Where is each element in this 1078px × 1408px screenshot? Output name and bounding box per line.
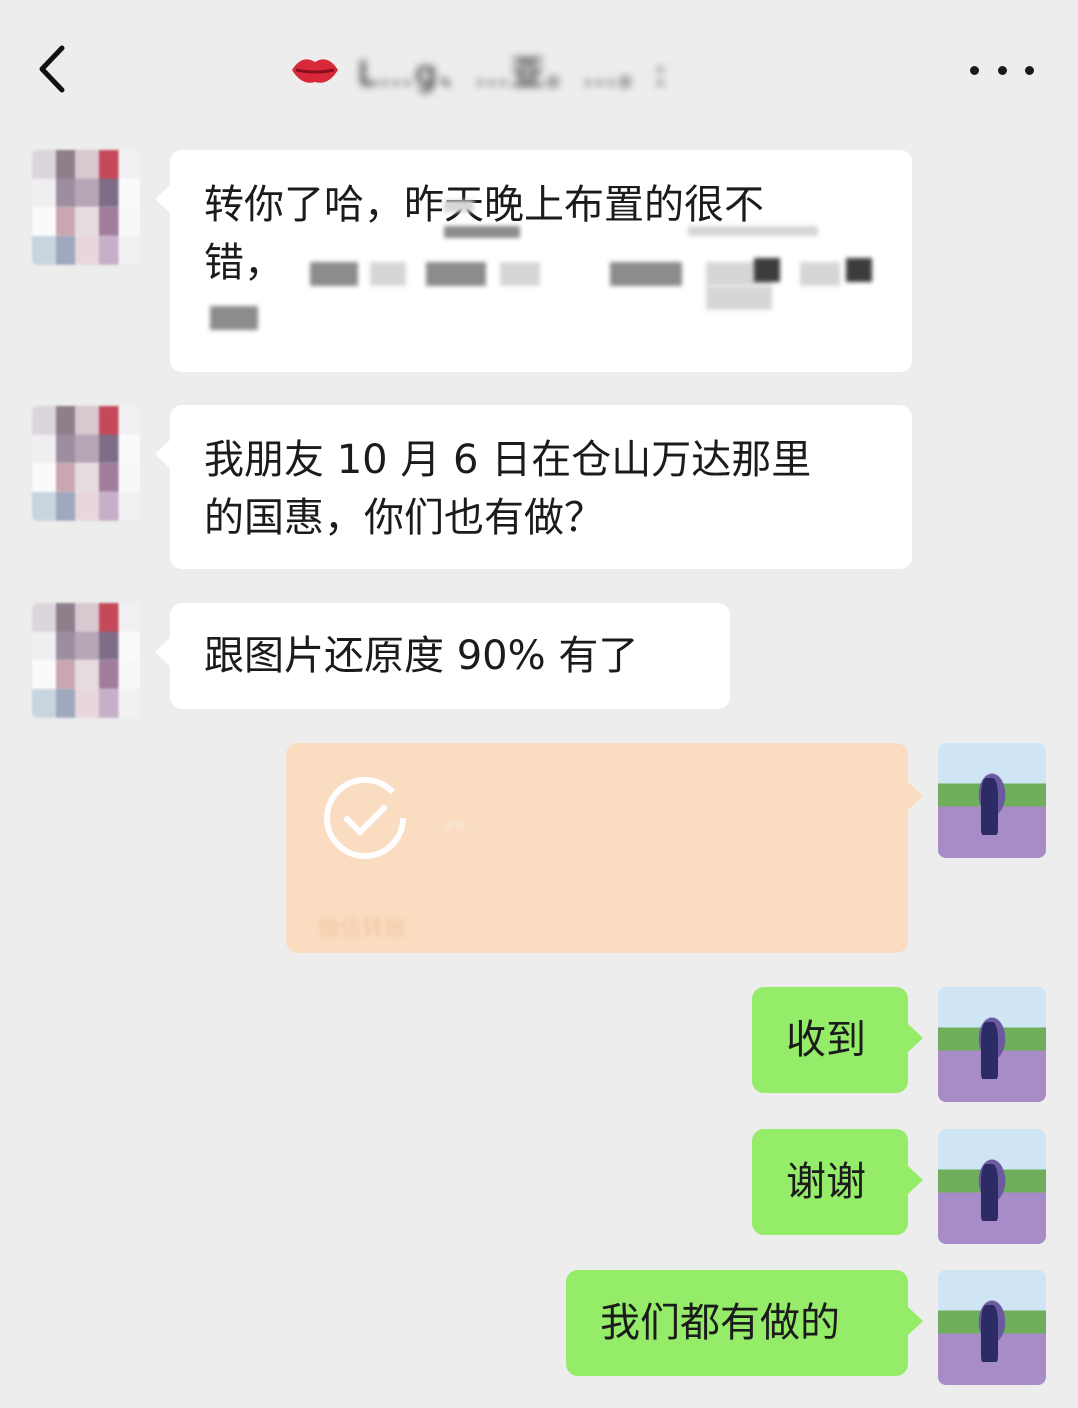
redacted-text [426, 262, 486, 286]
message-text: 的国惠，你们也有做？ [204, 495, 604, 541]
lips-emoji-icon [292, 59, 338, 83]
message-text: 跟图片还原度 90% 有了 [204, 633, 639, 679]
message-bubble-incoming[interactable]: 转你了哈，昨天晚上布置的很不 错， [155, 150, 912, 372]
transfer-card[interactable]: .. 微信转账 [286, 743, 923, 953]
redacted-text [610, 262, 682, 286]
self-avatar[interactable] [938, 1129, 1046, 1244]
more-dot [997, 65, 1007, 75]
redacted-text [444, 226, 520, 238]
more-button[interactable] [970, 50, 1034, 90]
transfer-amount: .. [444, 795, 467, 836]
self-avatar[interactable] [938, 1270, 1046, 1385]
contact-avatar[interactable] [32, 150, 140, 265]
redacted-text [800, 262, 840, 286]
message-text: 我朋友 10 月 6 日在仓山万达那里 [204, 437, 812, 483]
contact-avatar[interactable] [32, 603, 140, 718]
message-text: 谢谢 [786, 1159, 866, 1205]
message-text: 收到 [786, 1017, 866, 1063]
redacted-text [500, 262, 540, 286]
redacted-text [754, 258, 780, 282]
message-bubble-outgoing[interactable]: 谢谢 [752, 1129, 923, 1235]
redacted-text [370, 262, 406, 286]
self-avatar[interactable] [938, 987, 1046, 1102]
check-circle-icon [324, 777, 406, 859]
chat-title: L…g、…亚。…。: [288, 45, 668, 95]
message-bubble-incoming[interactable]: 跟图片还原度 90% 有了 [155, 603, 730, 709]
redacted-text [846, 258, 872, 282]
redacted-text [210, 306, 258, 330]
message-bubble-outgoing[interactable]: 收到 [752, 987, 923, 1093]
message-bubble-incoming[interactable]: 我朋友 10 月 6 日在仓山万达那里 的国惠，你们也有做？ [155, 405, 912, 569]
redacted-text [688, 226, 818, 236]
message-text: 错， [204, 240, 284, 286]
contact-avatar[interactable] [32, 406, 140, 521]
chat-title-text: L…g、…亚。…。: [358, 53, 668, 94]
transfer-footer: 微信转账 [318, 917, 407, 942]
chevron-left-icon [39, 45, 65, 93]
back-button[interactable] [30, 42, 80, 96]
redacted-text [310, 262, 358, 286]
self-avatar[interactable] [938, 743, 1046, 858]
message-bubble-outgoing[interactable]: 我们都有做的 [566, 1270, 923, 1376]
redacted-text [706, 286, 772, 310]
redacted-text [444, 200, 474, 212]
more-dots-icon [970, 65, 979, 75]
more-dot [1025, 65, 1034, 75]
chat-header: L…g、…亚。…。: [0, 0, 1078, 135]
message-text: 我们都有做的 [600, 1300, 840, 1346]
